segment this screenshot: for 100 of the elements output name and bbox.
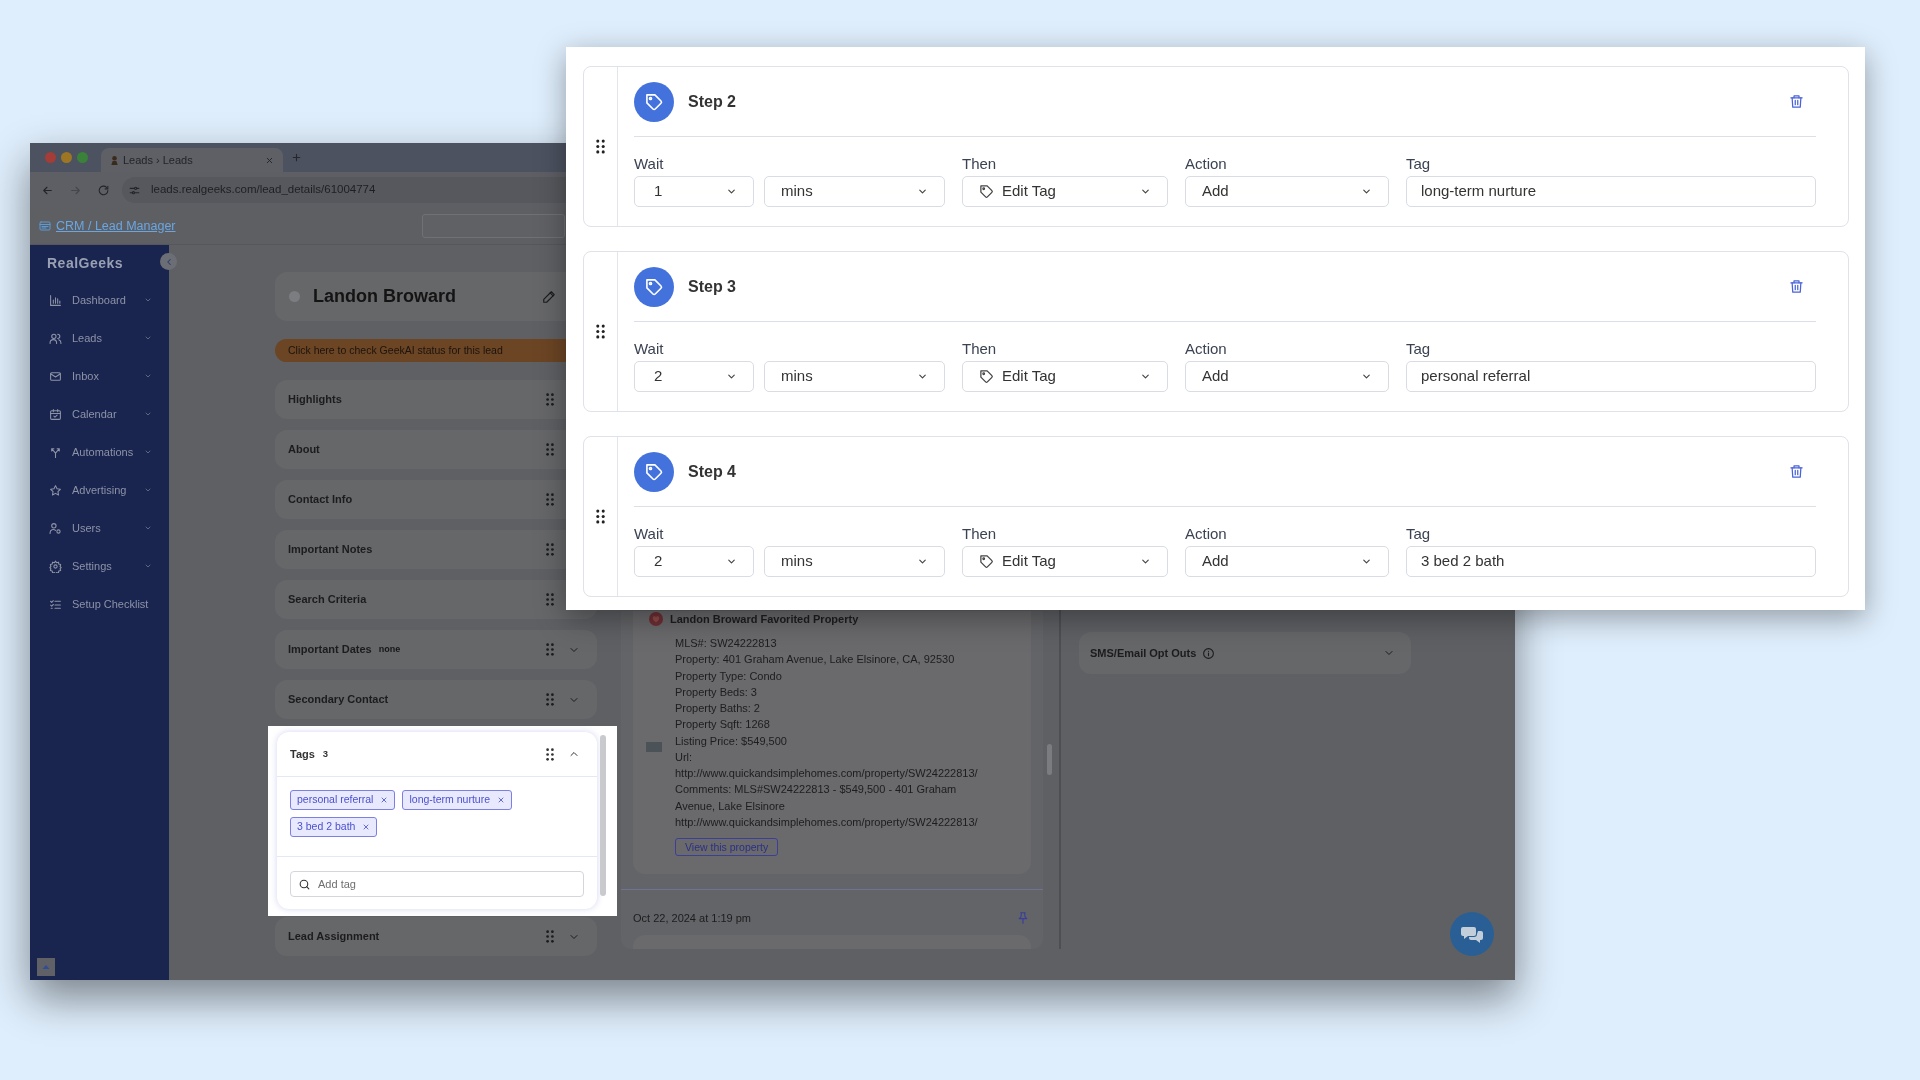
- add-tag-field[interactable]: Add tag: [290, 871, 584, 897]
- tag-icon: [634, 451, 674, 492]
- drag-handle-icon[interactable]: [546, 493, 554, 506]
- wait-unit-select[interactable]: mins: [764, 546, 945, 577]
- section-title: Important Notes: [288, 542, 373, 558]
- pencil-icon[interactable]: [542, 289, 556, 304]
- section-note: none: [378, 642, 401, 656]
- drag-handle-icon[interactable]: [546, 693, 554, 706]
- chat-button[interactable]: [1450, 912, 1494, 956]
- tag-icon: [979, 184, 994, 199]
- logo: RealGeeks: [47, 253, 124, 273]
- chevron-down-icon[interactable]: [144, 410, 152, 418]
- tag-input[interactable]: personal referral: [1406, 361, 1816, 392]
- chevron-down-icon[interactable]: [144, 562, 152, 570]
- close-icon[interactable]: [362, 823, 371, 831]
- section-title: Search Criteria: [288, 592, 367, 608]
- info-icon[interactable]: [1202, 646, 1216, 660]
- trash-icon[interactable]: [1789, 464, 1804, 479]
- tag-input[interactable]: long-term nurture: [1406, 176, 1816, 207]
- tag-count: 3: [322, 746, 329, 761]
- plus-icon[interactable]: [291, 152, 302, 163]
- sidebar-item[interactable]: Leads: [30, 319, 169, 357]
- step-title: Step 4: [688, 461, 736, 482]
- drag-handle-icon[interactable]: [546, 747, 554, 761]
- calendar-icon: [49, 407, 62, 421]
- step-title: Step 3: [688, 276, 736, 297]
- chevron-down-icon: [1361, 186, 1372, 197]
- tag-input[interactable]: 3 bed 2 bath: [1406, 546, 1816, 577]
- section-title: Tags: [290, 746, 315, 762]
- chevron-down-icon: [726, 371, 737, 382]
- wait-amount-select[interactable]: 2: [634, 546, 754, 577]
- drag-handle-icon[interactable]: [596, 139, 605, 154]
- drag-handle-icon[interactable]: [546, 443, 554, 456]
- action-label: Action: [1185, 340, 1228, 358]
- property-detail: http://www.quickandsimplehomes.com/property/SW24222813/: [675, 814, 979, 830]
- scrollbar-thumb[interactable]: [600, 735, 606, 896]
- section-title: About: [288, 442, 320, 458]
- reload-icon[interactable]: [97, 183, 110, 197]
- lead-name: Landon Broward: [313, 285, 456, 308]
- bar-chart-icon: [49, 293, 62, 307]
- chevron-down-icon[interactable]: [144, 486, 152, 494]
- then-label: Then: [962, 155, 998, 173]
- settings-icon: [49, 559, 62, 573]
- chevron-down-icon[interactable]: [144, 448, 152, 456]
- close-icon[interactable]: [497, 796, 505, 804]
- chevron-down-icon[interactable]: [144, 372, 152, 380]
- then-select[interactable]: Edit Tag: [962, 361, 1168, 392]
- tag-label: personal referral: [297, 792, 374, 808]
- sidebar-item[interactable]: Calendar: [30, 395, 169, 433]
- sidebar-item[interactable]: Settings: [30, 547, 169, 585]
- search-field[interactable]: [422, 214, 565, 238]
- minimize-window-button[interactable]: [61, 152, 72, 163]
- action-label: Action: [1185, 155, 1228, 173]
- section-title: Lead Assignment: [288, 929, 380, 945]
- wait-unit-select[interactable]: mins: [764, 361, 945, 392]
- activity-title: Landon Broward Favorited Property: [670, 611, 859, 627]
- action-select[interactable]: Add: [1185, 361, 1389, 392]
- wait-unit-select[interactable]: mins: [764, 176, 945, 207]
- drag-handle-icon[interactable]: [546, 393, 554, 406]
- drag-handle-icon[interactable]: [546, 593, 554, 606]
- sidebar-item[interactable]: Inbox: [30, 357, 169, 395]
- chevron-down-icon[interactable]: [144, 296, 152, 304]
- branch-icon: [49, 445, 62, 459]
- sidebar-item[interactable]: Dashboard: [30, 281, 169, 319]
- action-select[interactable]: Add: [1185, 176, 1389, 207]
- wait-label: Wait: [634, 340, 665, 358]
- wait-amount-select[interactable]: 2: [634, 361, 754, 392]
- chevron-down-icon: [1361, 556, 1372, 567]
- sidebar-item[interactable]: Advertising: [30, 471, 169, 509]
- sidebar-item[interactable]: Automations: [30, 433, 169, 471]
- activity-timestamp: Oct 22, 2024 at 1:19 pm: [633, 911, 752, 926]
- scrollbar-thumb[interactable]: [1047, 744, 1052, 775]
- pin-icon[interactable]: [1016, 911, 1030, 926]
- property-detail: Property Type: Condo: [675, 668, 783, 684]
- chevron-down-icon[interactable]: [144, 524, 152, 532]
- drag-handle-icon[interactable]: [596, 509, 605, 524]
- property-detail: Listing Price: $549,500: [675, 733, 788, 749]
- then-select[interactable]: Edit Tag: [962, 546, 1168, 577]
- chevron-down-icon: [726, 556, 737, 567]
- trash-icon[interactable]: [1789, 279, 1804, 294]
- close-icon[interactable]: [265, 155, 274, 165]
- trash-icon[interactable]: [1789, 94, 1804, 109]
- wait-amount-select[interactable]: 1: [634, 176, 754, 207]
- collapse-sidebar-button[interactable]: [160, 253, 177, 270]
- sidebar-item[interactable]: Users: [30, 509, 169, 547]
- drag-handle-icon[interactable]: [546, 643, 554, 656]
- zoom-window-button[interactable]: [77, 152, 88, 163]
- chevron-down-icon[interactable]: [144, 334, 152, 342]
- drag-handle-icon[interactable]: [596, 324, 605, 339]
- property-detail: MLS#: SW24222813: [675, 636, 778, 651]
- drag-handle-icon[interactable]: [546, 930, 554, 943]
- section-title: Important Dates: [288, 642, 372, 658]
- tag-label: Tag: [1406, 525, 1432, 543]
- drag-handle-icon[interactable]: [546, 543, 554, 556]
- sidebar-item[interactable]: Setup Checklist: [30, 585, 169, 623]
- wait-label: Wait: [634, 525, 665, 543]
- close-icon[interactable]: [380, 796, 389, 804]
- then-select[interactable]: Edit Tag: [962, 176, 1168, 207]
- tag-icon: [979, 554, 994, 569]
- action-select[interactable]: Add: [1185, 546, 1389, 577]
